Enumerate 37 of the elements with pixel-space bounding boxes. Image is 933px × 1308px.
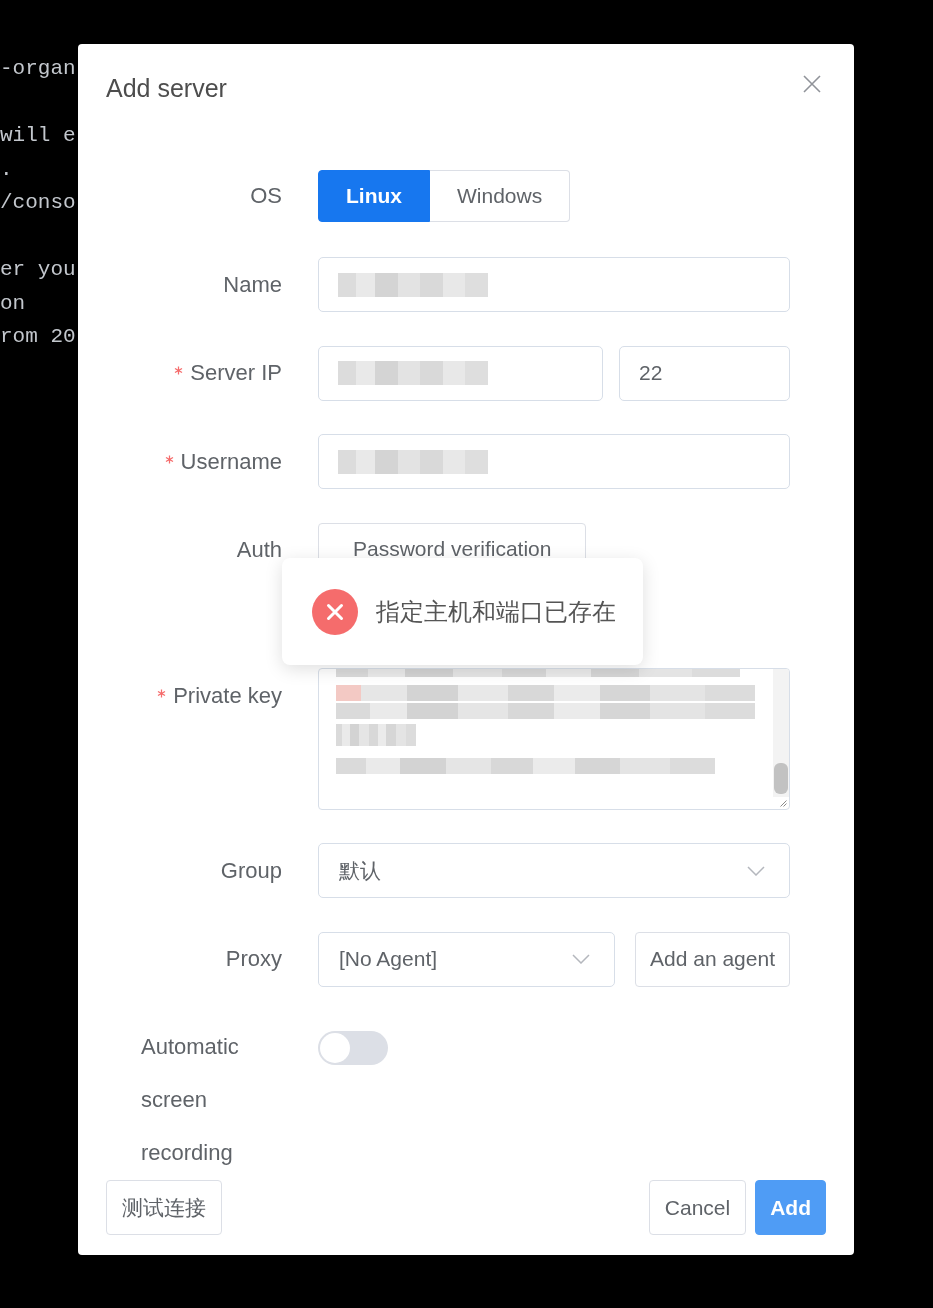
field-label: Name [223, 270, 282, 299]
field-label: Group [220, 856, 282, 885]
field-label: Server IP [190, 359, 282, 387]
segment-button[interactable]: Linux [318, 170, 430, 222]
text-field[interactable] [318, 345, 603, 401]
terminal-text: -organ [0, 56, 76, 82]
cancel-button[interactable]: Cancel [648, 1180, 747, 1235]
close-icon[interactable] [803, 75, 821, 93]
add-agent-button[interactable]: Add an agent [635, 931, 790, 987]
terminal-text: on [0, 290, 26, 317]
dialog-title: Add server [106, 73, 227, 104]
field-label: OS [250, 182, 282, 210]
field-label: Proxy [225, 945, 282, 973]
text-field[interactable] [318, 257, 790, 312]
field-label: Auth [236, 536, 282, 564]
terminal-text: will e [0, 123, 76, 149]
chevron-down-icon [747, 865, 765, 876]
error-icon [312, 588, 358, 635]
segment-button[interactable]: Windows [430, 170, 571, 222]
resize-handle-icon[interactable] [779, 799, 787, 807]
terminal-text: er you [0, 257, 76, 283]
text-field[interactable]: 22 [619, 345, 790, 401]
terminal-text: . [0, 156, 13, 183]
terminal-text: rom 20 [0, 324, 76, 350]
chevron-down-icon [572, 954, 591, 964]
text-field[interactable] [318, 434, 790, 489]
dropdown-field[interactable]: 默认 [318, 843, 790, 898]
dropdown-field[interactable]: [No Agent] [318, 931, 616, 987]
field-label: Username [180, 447, 282, 476]
scrollbar[interactable] [773, 669, 789, 797]
terminal-text: /conso [0, 190, 76, 216]
test-connection-button[interactable]: 测试连接 [106, 1180, 222, 1235]
toggle-switch[interactable] [318, 1030, 388, 1065]
field-label: Private key [173, 682, 282, 710]
field-label: Automatic screen recording [141, 1032, 240, 1167]
toast-message: 指定主机和端口已存在 [376, 596, 616, 627]
textarea-field[interactable] [318, 668, 790, 810]
